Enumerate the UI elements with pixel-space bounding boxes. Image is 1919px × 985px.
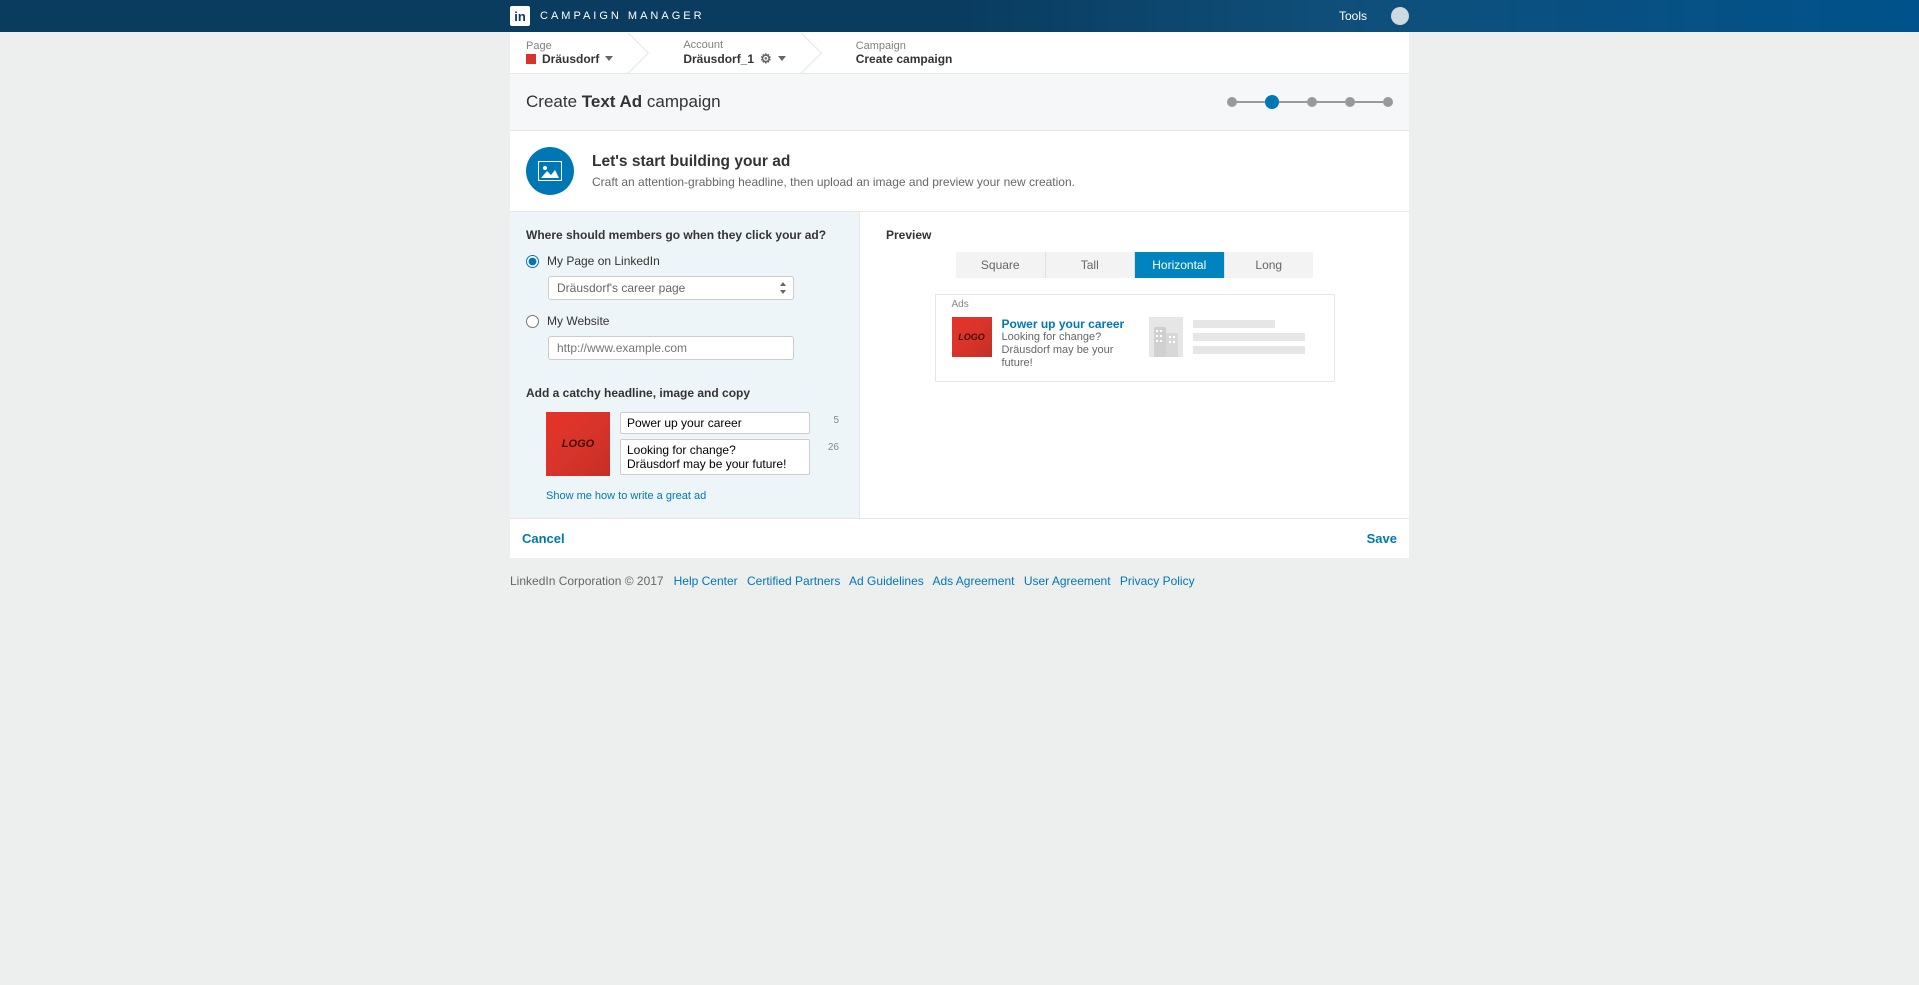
- tab-horizontal[interactable]: Horizontal: [1135, 252, 1225, 278]
- form-panel: Where should members go when they click …: [510, 212, 860, 518]
- step-3: [1307, 97, 1317, 107]
- preview-placeholder-bars: [1193, 320, 1305, 354]
- preview-tabs: Square Tall Horizontal Long: [956, 252, 1313, 278]
- hero-sub: Craft an attention-grabbing headline, th…: [592, 175, 1075, 189]
- breadcrumb-page-label: Page: [526, 40, 613, 52]
- preview-logo: LOGO: [952, 317, 992, 357]
- copy-char-count: 26: [828, 442, 839, 453]
- tab-square[interactable]: Square: [956, 252, 1046, 278]
- page-select-value: Dräusdorf's career page: [557, 281, 685, 295]
- title-pre: Create: [526, 92, 582, 111]
- ads-label: Ads: [952, 299, 969, 310]
- headline-section-heading: Add a catchy headline, image and copy: [526, 386, 843, 400]
- step-4: [1345, 97, 1355, 107]
- breadcrumb-page[interactable]: Page Dräusdorf: [526, 40, 643, 66]
- tab-tall[interactable]: Tall: [1046, 252, 1136, 278]
- step-5: [1383, 97, 1393, 107]
- website-url-input[interactable]: [548, 336, 794, 360]
- breadcrumb-account-value: Dräusdorf_1: [683, 52, 754, 66]
- radio-linkedin-page-input[interactable]: [526, 255, 539, 268]
- copy-textarea[interactable]: Looking for change? Dräusdorf may be you…: [620, 439, 810, 475]
- help-center-link[interactable]: Help Center: [674, 574, 738, 588]
- breadcrumb-campaign: Campaign Create campaign: [856, 40, 993, 66]
- preview-heading: Preview: [886, 228, 1383, 242]
- save-button[interactable]: Save: [1367, 531, 1397, 546]
- gear-icon[interactable]: ⚙: [760, 51, 772, 67]
- radio-my-website-label: My Website: [547, 314, 609, 328]
- main-container: Page Dräusdorf Account Dräusdorf_1 ⚙ Cam…: [510, 32, 1409, 558]
- hero-row: Let's start building your ad Craft an at…: [510, 131, 1409, 212]
- step-2: [1265, 95, 1279, 109]
- breadcrumb-page-value: Dräusdorf: [542, 52, 599, 66]
- ads-agreement-link[interactable]: Ads Agreement: [932, 574, 1014, 588]
- headline-input[interactable]: [620, 412, 810, 434]
- linkedin-logo-icon[interactable]: in: [510, 6, 530, 26]
- title-row: Create Text Ad campaign: [510, 74, 1409, 131]
- destination-heading: Where should members go when they click …: [526, 228, 843, 242]
- hero-icon-circle: [526, 147, 574, 195]
- breadcrumb-account-label: Account: [683, 39, 785, 51]
- user-agreement-link[interactable]: User Agreement: [1024, 574, 1111, 588]
- certified-partners-link[interactable]: Certified Partners: [747, 574, 840, 588]
- image-icon: [538, 161, 562, 181]
- breadcrumb-campaign-label: Campaign: [856, 40, 953, 52]
- ad-preview-box: Ads LOGO Power up your career Looking fo…: [935, 294, 1335, 382]
- radio-my-website-input[interactable]: [526, 315, 539, 328]
- radio-my-website[interactable]: My Website: [526, 314, 843, 328]
- step-1: [1227, 97, 1237, 107]
- breadcrumb-account[interactable]: Account Dräusdorf_1 ⚙: [683, 39, 815, 67]
- footer-bar: Cancel Save: [510, 518, 1409, 558]
- progress-steps: [1227, 95, 1393, 109]
- preview-headline: Power up your career: [1002, 317, 1139, 331]
- headline-char-count: 5: [833, 415, 839, 426]
- caret-down-icon: [778, 56, 786, 61]
- preview-panel: Preview Square Tall Horizontal Long Ads …: [860, 212, 1409, 518]
- radio-linkedin-page[interactable]: My Page on LinkedIn: [526, 254, 843, 268]
- ad-guidelines-link[interactable]: Ad Guidelines: [849, 574, 924, 588]
- copyright: LinkedIn Corporation © 2017: [510, 574, 664, 588]
- preview-copy: Looking for change? Dräusdorf may be you…: [1002, 331, 1139, 371]
- tab-long[interactable]: Long: [1225, 252, 1314, 278]
- hero-heading: Let's start building your ad: [592, 153, 1075, 171]
- caret-down-icon: [605, 56, 613, 61]
- ad-image-upload[interactable]: LOGO: [546, 412, 610, 476]
- breadcrumb: Page Dräusdorf Account Dräusdorf_1 ⚙ Cam…: [510, 32, 1409, 74]
- page-color-icon: [526, 54, 536, 64]
- title-bold: Text Ad: [582, 92, 642, 111]
- page-select[interactable]: Dräusdorf's career page: [548, 276, 794, 300]
- topbar: in CAMPAIGN MANAGER Tools: [0, 0, 1919, 32]
- title-post: campaign: [642, 92, 720, 111]
- footer-links: LinkedIn Corporation © 2017 Help Center …: [510, 574, 1409, 588]
- app-title: CAMPAIGN MANAGER: [540, 10, 705, 22]
- user-avatar[interactable]: [1391, 7, 1409, 25]
- page-title: Create Text Ad campaign: [526, 92, 721, 112]
- tools-link[interactable]: Tools: [1339, 9, 1367, 23]
- radio-linkedin-page-label: My Page on LinkedIn: [547, 254, 660, 268]
- breadcrumb-campaign-value: Create campaign: [856, 52, 953, 66]
- cancel-button[interactable]: Cancel: [522, 531, 565, 546]
- write-ad-help-link[interactable]: Show me how to write a great ad: [546, 490, 706, 502]
- building-icon: [1149, 317, 1183, 357]
- privacy-policy-link[interactable]: Privacy Policy: [1120, 574, 1195, 588]
